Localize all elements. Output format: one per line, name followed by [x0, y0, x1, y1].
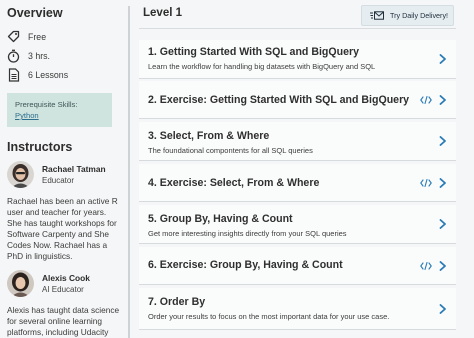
- code-icon: [420, 95, 432, 104]
- daily-delivery-button[interactable]: Try Daily Delivery!: [361, 5, 454, 26]
- instructor-card[interactable]: Alexis Cook AI Educator: [7, 269, 126, 297]
- chevron-right-icon[interactable]: [439, 136, 447, 146]
- exercise-item[interactable]: 2. Exercise: Getting Started With SQL an…: [139, 81, 456, 119]
- lesson-item[interactable]: 5. Group By, Having & Count Get more int…: [139, 205, 456, 244]
- lesson-description: Order your results to focus on the most …: [148, 312, 390, 321]
- lesson-title[interactable]: 1. Getting Started With SQL and BigQuery: [148, 46, 359, 58]
- level-title: Level 1: [143, 7, 182, 19]
- meta-lessons-text: 6 Lessons: [28, 69, 69, 80]
- stopwatch-icon: [7, 49, 20, 63]
- sidebar: Overview Free 3 hrs. 6 Lessons Prerequis…: [0, 0, 126, 338]
- lesson-item[interactable]: 7. Order By Order your results to focus …: [139, 288, 456, 330]
- instructor-bio: Alexis has taught data science for sever…: [7, 304, 120, 338]
- tag-icon: [7, 30, 20, 44]
- meta-price-text: Free: [28, 31, 47, 42]
- lesson-title[interactable]: 4. Exercise: Select, From & Where: [148, 177, 319, 189]
- exercise-item[interactable]: 6. Exercise: Group By, Having & Count: [139, 247, 456, 285]
- instructor-name[interactable]: Rachael Tatman: [42, 164, 106, 174]
- avatar: [7, 161, 34, 188]
- chevron-right-icon[interactable]: [439, 303, 447, 314]
- prereq-link-python[interactable]: Python: [15, 110, 106, 121]
- lesson-description: The foundational compontents for all SQL…: [148, 146, 313, 155]
- meta-duration: 3 hrs.: [7, 46, 126, 65]
- code-icon: [420, 261, 432, 270]
- instructor-bio: Rachael has been an active R user and te…: [7, 196, 118, 262]
- chevron-right-icon[interactable]: [439, 260, 447, 271]
- lesson-title[interactable]: 5. Group By, Having & Count: [148, 213, 293, 225]
- level-divider: [139, 28, 456, 29]
- instructor-name[interactable]: Alexis Cook: [42, 273, 90, 283]
- instructor-role: AI Educator: [42, 284, 84, 294]
- overview-title: Overview: [7, 6, 63, 20]
- chevron-right-icon[interactable]: [439, 219, 447, 229]
- lesson-title[interactable]: 3. Select, From & Where: [148, 130, 269, 142]
- sidebar-divider: [128, 6, 130, 338]
- lesson-description: Learn the workflow for handling big data…: [148, 62, 376, 71]
- lesson-title[interactable]: 2. Exercise: Getting Started With SQL an…: [148, 94, 409, 106]
- mail-icon: [370, 7, 384, 25]
- lesson-title[interactable]: 6. Exercise: Group By, Having & Count: [148, 259, 343, 271]
- prerequisite-box: Prerequisite Skills: Python: [7, 93, 112, 127]
- exercise-item[interactable]: 4. Exercise: Select, From & Where: [139, 164, 456, 202]
- instructor-card[interactable]: Rachael Tatman Educator: [7, 161, 126, 188]
- chevron-right-icon[interactable]: [439, 54, 447, 64]
- lesson-item[interactable]: 1. Getting Started With SQL and BigQuery…: [139, 40, 456, 79]
- chevron-right-icon[interactable]: [439, 94, 447, 105]
- instructors-title: Instructors: [7, 140, 73, 154]
- document-icon: [7, 67, 20, 82]
- main-content: Level 1 Try Daily Delivery! 1. Getting S…: [139, 0, 474, 338]
- lesson-item[interactable]: 3. Select, From & Where The foundational…: [139, 122, 456, 161]
- lesson-description: Get more interesting insights directly f…: [148, 229, 347, 238]
- meta-price: Free: [7, 27, 126, 46]
- daily-delivery-label: Try Daily Delivery!: [390, 11, 449, 20]
- lesson-title[interactable]: 7. Order By: [148, 296, 205, 308]
- instructor-role: Educator: [42, 176, 75, 185]
- code-icon: [420, 178, 432, 187]
- chevron-right-icon[interactable]: [439, 177, 447, 188]
- prereq-label: Prerequisite Skills:: [15, 100, 78, 109]
- avatar: [7, 269, 34, 297]
- meta-duration-text: 3 hrs.: [28, 50, 51, 61]
- meta-lessons: 6 Lessons: [7, 65, 126, 84]
